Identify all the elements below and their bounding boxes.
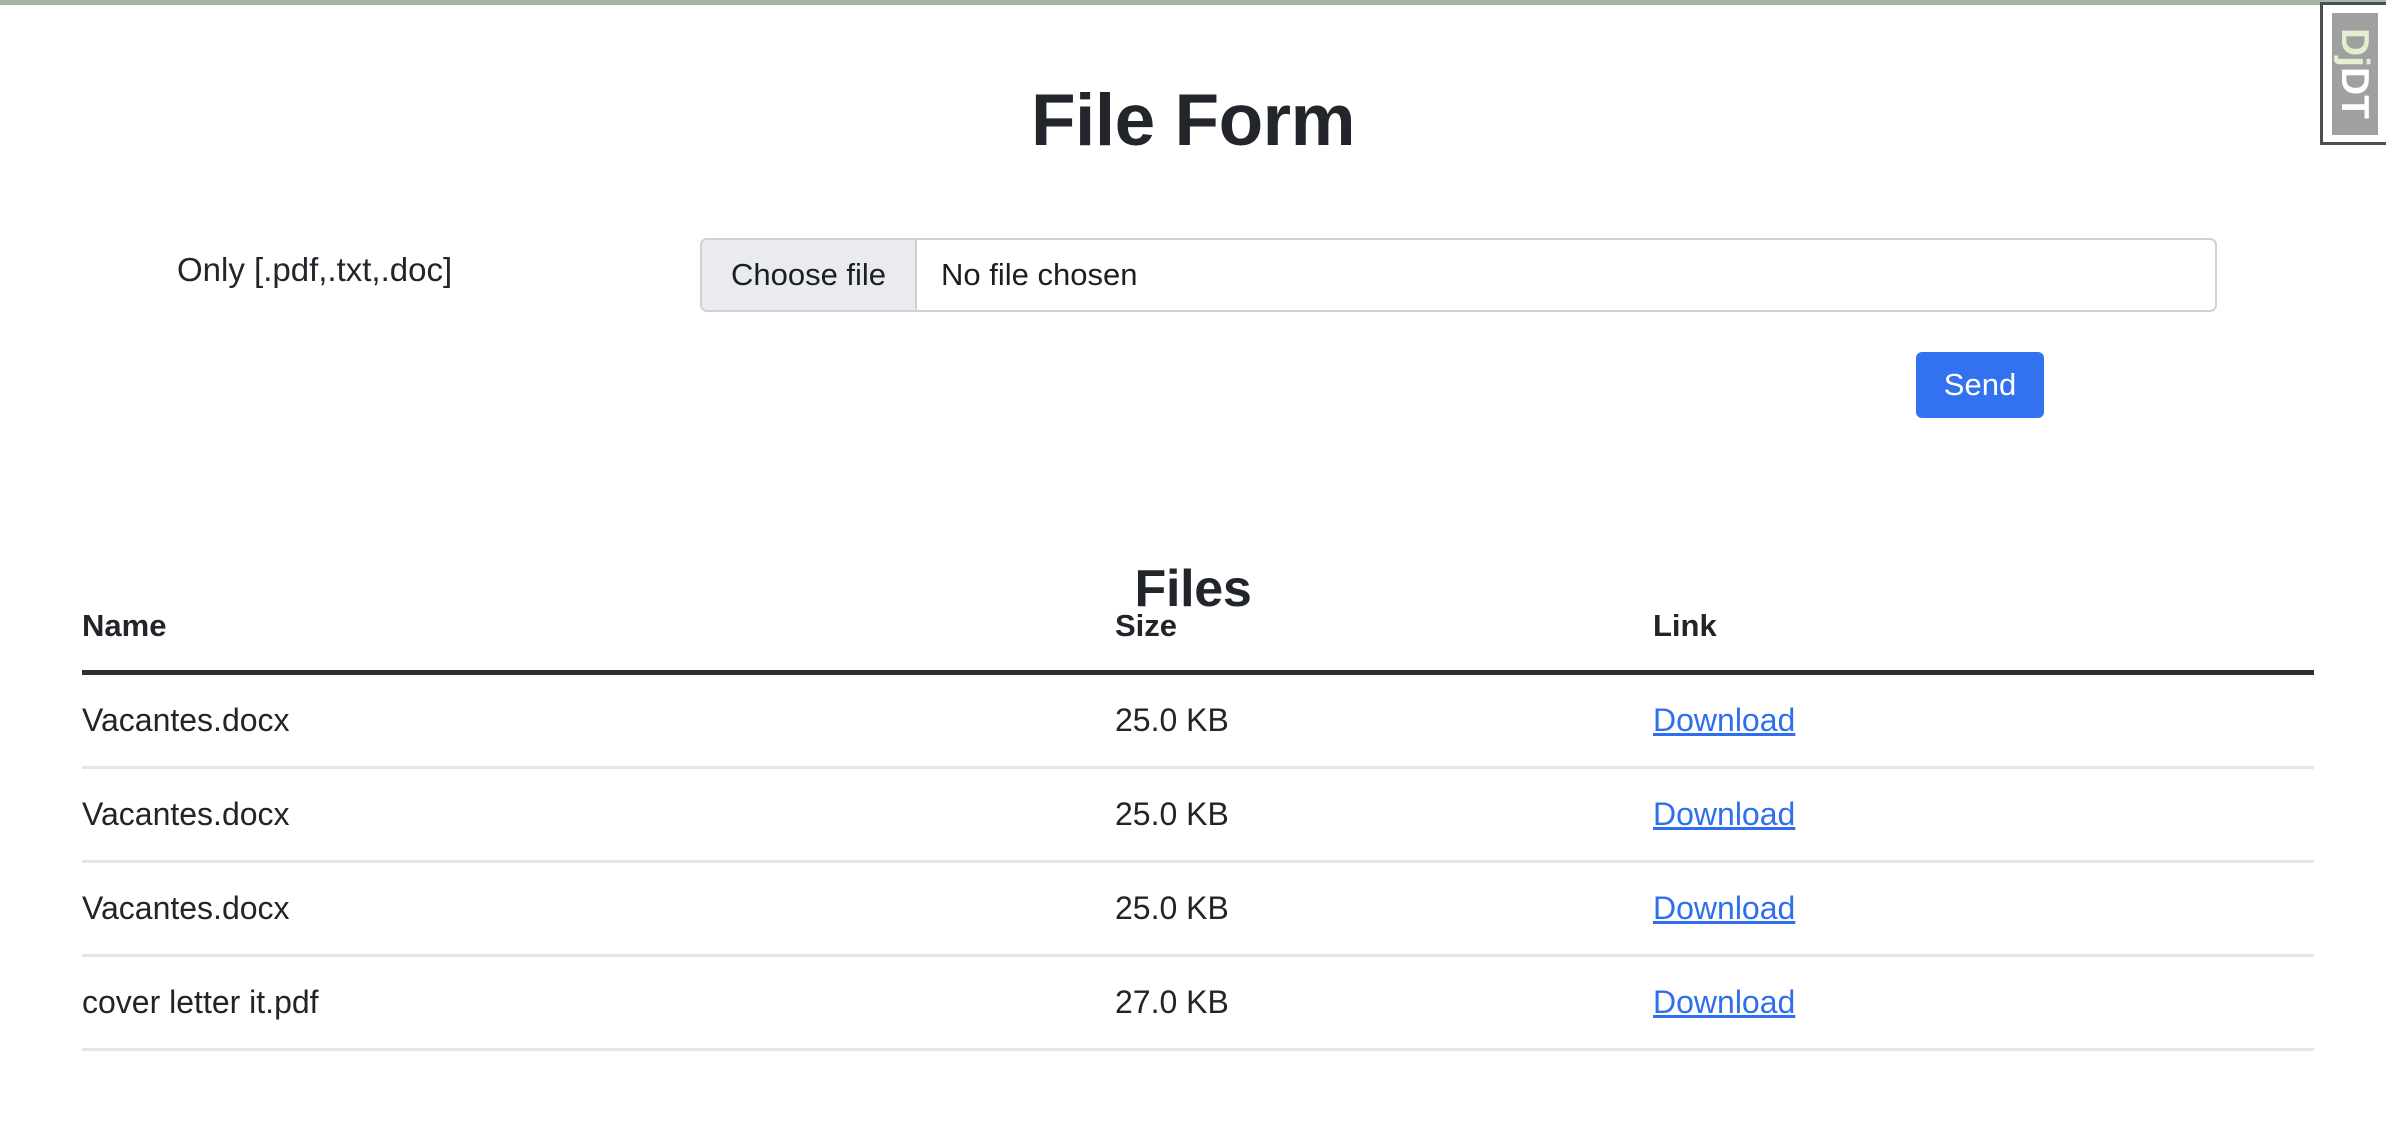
cell-file-link: Download <box>1653 861 2314 957</box>
cell-file-name: cover letter it.pdf <box>82 955 1115 1051</box>
table-row: Vacantes.docx 25.0 KB Download <box>82 861 2314 957</box>
upload-form-row: Only [.pdf,.txt,.doc] Choose file No fil… <box>0 238 2386 318</box>
chosen-file-name: No file chosen <box>941 257 1138 292</box>
file-input-label: Only [.pdf,.txt,.doc] <box>177 251 453 288</box>
file-upload-input[interactable]: Choose file No file chosen <box>700 238 2217 312</box>
cell-file-size: 25.0 KB <box>1115 767 1653 863</box>
files-table: Name Size Link Vacantes.docx 25.0 KB Dow… <box>82 608 2314 1051</box>
page-title: File Form <box>1030 79 1356 161</box>
send-button[interactable]: Send <box>1916 352 2044 418</box>
files-table-container: Name Size Link Vacantes.docx 25.0 KB Dow… <box>82 608 2314 1051</box>
files-table-head: Name Size Link <box>82 608 2314 675</box>
table-row: cover letter it.pdf 27.0 KB Download <box>82 955 2314 1051</box>
choose-file-button[interactable]: Choose file <box>702 240 917 310</box>
table-row: Vacantes.docx 25.0 KB Download <box>82 767 2314 863</box>
download-link[interactable]: Download <box>1653 890 1795 926</box>
django-debug-toolbar-handle[interactable]: DjDT <box>2320 2 2386 145</box>
djdt-label-prefix: Dj <box>2333 28 2376 67</box>
cell-file-name: Vacantes.docx <box>82 767 1115 863</box>
download-link[interactable]: Download <box>1653 796 1795 832</box>
djdt-label-suffix: DT <box>2333 67 2376 119</box>
table-row: Vacantes.docx 25.0 KB Download <box>82 672 2314 769</box>
column-header-size: Size <box>1115 608 1653 675</box>
djdt-label: DjDT <box>2333 28 2376 119</box>
cell-file-name: Vacantes.docx <box>82 672 1115 769</box>
top-accent-border <box>0 0 2386 5</box>
files-table-body: Vacantes.docx 25.0 KB Download Vacantes.… <box>82 672 2314 1051</box>
cell-file-link: Download <box>1653 955 2314 1051</box>
column-header-name: Name <box>82 608 1115 675</box>
cell-file-link: Download <box>1653 767 2314 863</box>
cell-file-size: 27.0 KB <box>1115 955 1653 1051</box>
table-header-row: Name Size Link <box>82 608 2314 675</box>
djdt-badge: DjDT <box>2331 12 2378 135</box>
cell-file-size: 25.0 KB <box>1115 672 1653 769</box>
cell-file-size: 25.0 KB <box>1115 861 1653 957</box>
download-link[interactable]: Download <box>1653 702 1795 738</box>
page-root: DjDT File Form Only [.pdf,.txt,.doc] Cho… <box>0 0 2386 1128</box>
cell-file-link: Download <box>1653 672 2314 769</box>
download-link[interactable]: Download <box>1653 984 1795 1020</box>
column-header-link: Link <box>1653 608 2314 675</box>
cell-file-name: Vacantes.docx <box>82 861 1115 957</box>
